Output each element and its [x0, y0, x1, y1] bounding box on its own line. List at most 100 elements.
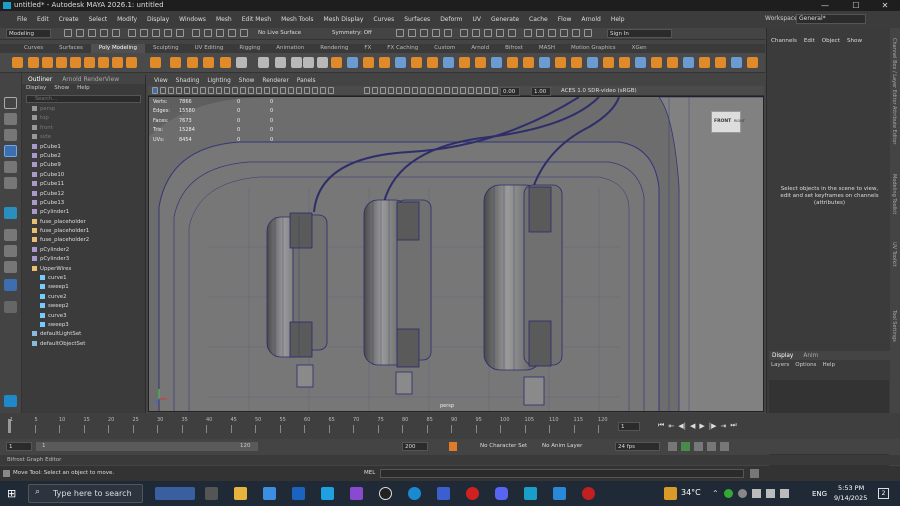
shelf-grab-icon[interactable] [667, 57, 678, 68]
status-tool-16-icon[interactable] [408, 29, 416, 37]
shelf-type-icon[interactable] [236, 57, 247, 68]
viewport-tool-2-icon[interactable] [168, 87, 174, 94]
menu-generate[interactable]: Generate [486, 16, 524, 23]
viewport-tool-34-icon[interactable] [452, 87, 458, 94]
menu-modify[interactable]: Modify [112, 16, 142, 23]
status-tool-23-icon[interactable] [496, 29, 504, 37]
outliner-item[interactable]: fuse_placeholder2 [32, 236, 145, 245]
task-view-icon[interactable] [205, 487, 218, 500]
edit-menu[interactable]: Edit [804, 38, 815, 44]
shelf-tab-arnold[interactable]: Arnold [463, 44, 497, 53]
viewport-menu-shading[interactable]: Shading [172, 77, 204, 86]
status-tool-21-icon[interactable] [472, 29, 480, 37]
opera-icon[interactable] [466, 487, 479, 500]
viewport-tool-27-icon[interactable] [396, 87, 402, 94]
status-tool-13-icon[interactable] [228, 29, 236, 37]
viewport-tool-33-icon[interactable] [444, 87, 450, 94]
shelf-combine-icon[interactable] [275, 57, 286, 68]
viewport-tool-25-icon[interactable] [380, 87, 386, 94]
layer-help-menu[interactable]: Help [822, 362, 835, 368]
status-tool-1-icon[interactable] [76, 29, 84, 37]
gamma-field[interactable]: 1.00 [531, 87, 551, 96]
status-tool-11-icon[interactable] [204, 29, 212, 37]
shelf-tab-bifrost[interactable]: Bifrost [497, 44, 531, 53]
chevron-up-icon[interactable]: ⌃ [712, 489, 719, 498]
outliner-menu-help[interactable]: Help [77, 84, 90, 93]
play-back-icon[interactable]: ◀ [690, 422, 695, 430]
tray-monitor-icon[interactable] [751, 489, 761, 498]
current-time-indicator[interactable] [8, 419, 11, 433]
status-tool-26-icon[interactable] [536, 29, 544, 37]
layers-menu[interactable]: Layers [771, 362, 789, 368]
viewport-tool-7-icon[interactable] [208, 87, 214, 94]
shelf-pinch-icon[interactable] [715, 57, 726, 68]
viewport-tool-13-icon[interactable] [256, 87, 262, 94]
shelf-prism-icon[interactable] [150, 57, 161, 68]
workspace-dropdown[interactable]: General* [796, 14, 866, 24]
shelf-smooth-brush-icon[interactable] [699, 57, 710, 68]
outliner-item[interactable]: pCube11 [32, 180, 145, 189]
viewport-tool-29-icon[interactable] [412, 87, 418, 94]
shelf-crease-icon[interactable] [539, 57, 550, 68]
viewport-tool-37-icon[interactable] [476, 87, 482, 94]
outliner-item[interactable]: side [32, 133, 145, 142]
shelf-fill-icon[interactable] [635, 57, 646, 68]
network-icon[interactable] [765, 489, 775, 498]
shelf-uv-icon[interactable] [555, 57, 566, 68]
viewport-tool-3-icon[interactable] [176, 87, 182, 94]
volume-icon[interactable] [779, 489, 789, 498]
layout-two-icon[interactable] [4, 261, 17, 273]
menu-mesh-display[interactable]: Mesh Display [319, 16, 369, 23]
outliner-item[interactable]: persp [32, 105, 145, 114]
shelf-mirror-icon[interactable] [331, 57, 342, 68]
shelf-pipe-icon[interactable] [170, 57, 181, 68]
maya-taskbar-icon[interactable] [524, 487, 537, 500]
notification-center-icon[interactable]: 2 [878, 488, 889, 499]
outliner-item[interactable]: pCube10 [32, 171, 145, 180]
shelf-layout-icon[interactable] [619, 57, 630, 68]
shelf-plane-icon[interactable] [84, 57, 95, 68]
viewport-tool-26-icon[interactable] [388, 87, 394, 94]
viewport-tool-10-icon[interactable] [232, 87, 238, 94]
edge-icon[interactable] [408, 487, 421, 500]
anim-layer-dropdown[interactable]: No Anim Layer [540, 442, 600, 451]
symmetry-dropdown[interactable]: Symmetry: Off [330, 29, 380, 38]
outliner-item[interactable]: pCube2 [32, 152, 145, 161]
shelf-tab-sculpting[interactable]: Sculpting [145, 44, 187, 53]
viewport-tool-30-icon[interactable] [420, 87, 426, 94]
shelf-connect-icon[interactable] [491, 57, 502, 68]
command-line-input[interactable] [380, 469, 744, 478]
menu-help[interactable]: Help [606, 16, 630, 23]
side-tab-0[interactable]: Channel Box / Layer Editor [891, 38, 897, 105]
status-tool-17-icon[interactable] [420, 29, 428, 37]
status-tool-30-icon[interactable] [584, 29, 592, 37]
shelf-separate-icon[interactable] [291, 57, 302, 68]
weather-widget-icon[interactable] [155, 487, 195, 500]
viewport-tool-9-icon[interactable] [224, 87, 230, 94]
channels-menu[interactable]: Channels [771, 38, 797, 44]
shelf-tab-fx[interactable]: FX [356, 44, 379, 53]
outliner-item[interactable]: defaultObjectSet [32, 340, 145, 349]
status-tool-7-icon[interactable] [152, 29, 160, 37]
skype-icon[interactable] [321, 487, 334, 500]
shelf-tab-xgen[interactable]: XGen [624, 44, 655, 53]
status-tool-5-icon[interactable] [128, 29, 136, 37]
move-tool-icon[interactable] [4, 145, 17, 157]
menu-set-dropdown[interactable]: Modeling [6, 29, 51, 38]
minimize-button[interactable]: — [810, 0, 840, 11]
shelf-boolean-icon[interactable] [317, 57, 328, 68]
status-tool-22-icon[interactable] [484, 29, 492, 37]
outliner-menu-display[interactable]: Display [26, 84, 46, 93]
temperature[interactable]: 34°C [681, 488, 701, 497]
viewport-tool-4-icon[interactable] [184, 87, 190, 94]
shelf-tab-fx-caching[interactable]: FX Caching [379, 44, 426, 53]
fps-dropdown[interactable]: 24 fps [615, 442, 660, 451]
viewport-tool-19-icon[interactable] [304, 87, 310, 94]
outliner-item[interactable]: pCube9 [32, 161, 145, 170]
tab-anim-layers[interactable]: Anim [803, 353, 818, 359]
shelf-sphere-icon[interactable] [12, 57, 23, 68]
outlook-icon[interactable] [292, 487, 305, 500]
viewport-tool-1-icon[interactable] [160, 87, 166, 94]
status-tool-29-icon[interactable] [572, 29, 580, 37]
side-tab-2[interactable]: Modeling Toolkit [891, 174, 897, 214]
